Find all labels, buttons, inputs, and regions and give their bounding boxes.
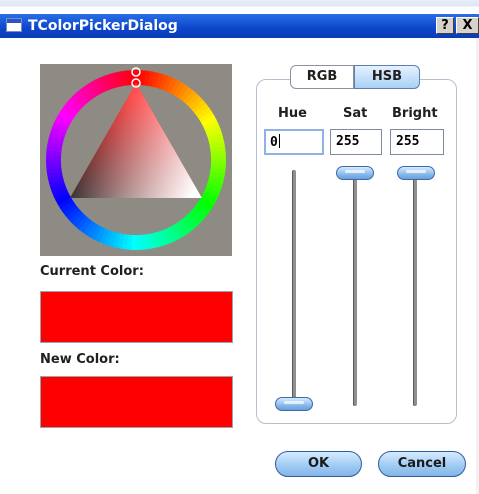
sat-slider-track[interactable] — [353, 166, 357, 406]
close-icon: X — [462, 18, 473, 33]
bright-slider-track[interactable] — [413, 166, 417, 406]
help-icon: ? — [441, 18, 449, 33]
new-color-label: New Color: — [40, 352, 120, 367]
hue-label: Hue — [278, 106, 307, 121]
current-color-label: Current Color: — [40, 264, 144, 279]
tab-rgb[interactable]: RGB — [290, 65, 354, 89]
hue-slider-thumb[interactable] — [275, 397, 313, 411]
title-bar: TColorPickerDialog ? X — [0, 0, 479, 38]
tab-hsb[interactable]: HSB — [354, 65, 420, 89]
bright-input[interactable]: 255 — [390, 129, 444, 155]
new-color-swatch — [40, 376, 233, 428]
bright-label: Bright — [392, 106, 438, 121]
color-wheel-graphic — [46, 67, 226, 250]
close-button[interactable]: X — [456, 17, 479, 34]
window-icon — [6, 18, 22, 32]
sat-label: Sat — [343, 106, 368, 121]
hue-input[interactable]: 0 — [264, 129, 324, 155]
text-caret — [278, 134, 280, 148]
help-button[interactable]: ? — [436, 17, 454, 34]
bright-slider-thumb[interactable] — [397, 166, 435, 180]
current-color-swatch — [40, 291, 233, 343]
cancel-button[interactable]: Cancel — [378, 451, 466, 477]
window-title: TColorPickerDialog — [28, 18, 178, 34]
color-wheel[interactable] — [40, 64, 232, 256]
sat-input[interactable]: 255 — [330, 129, 382, 155]
sat-slider-thumb[interactable] — [336, 166, 374, 180]
hue-value: 0 — [270, 135, 278, 150]
hue-slider-track[interactable] — [292, 170, 296, 406]
ok-button[interactable]: OK — [275, 451, 362, 477]
